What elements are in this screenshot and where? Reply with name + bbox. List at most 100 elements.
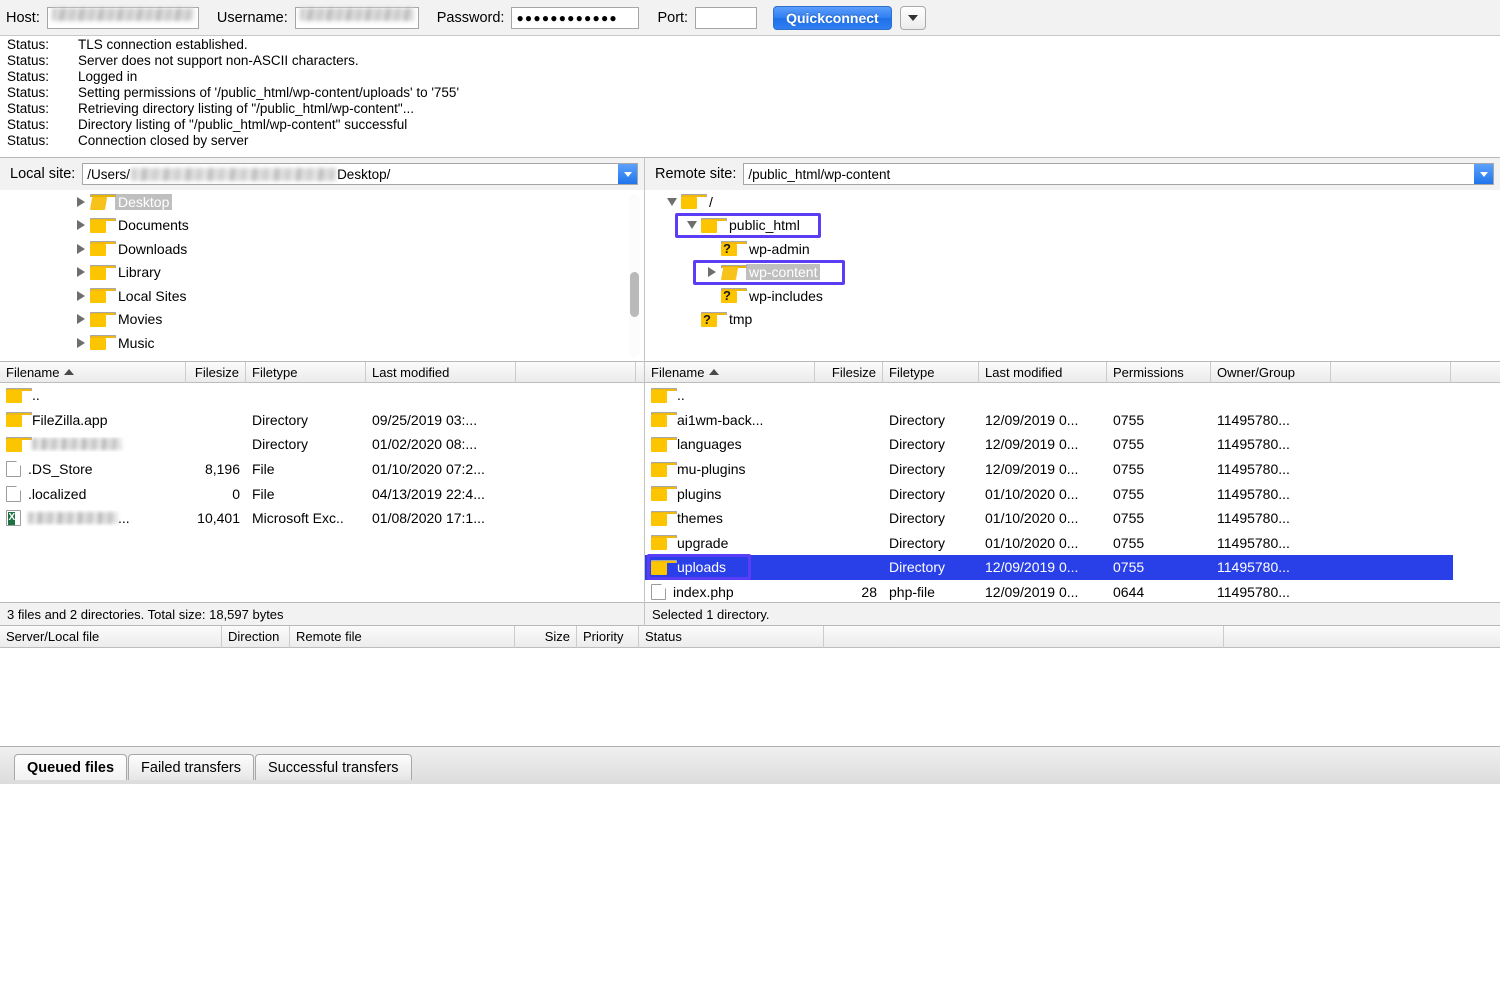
remote-file-row[interactable]: pluginsDirectory01/10/2020 0...075511495… bbox=[645, 481, 1500, 506]
local-column-filesize[interactable]: Filesize bbox=[186, 362, 246, 383]
remote-file-row[interactable]: uploadsDirectory12/09/2019 0...075511495… bbox=[645, 555, 1453, 580]
remote-column-filename[interactable]: Filename bbox=[645, 362, 815, 383]
local-tree-item-downloads[interactable]: Downloads bbox=[0, 237, 644, 261]
remote-tree-item-wp-content[interactable]: wp-content bbox=[645, 261, 1500, 285]
remote-file-row[interactable]: index.php28php-file12/09/2019 0...064411… bbox=[645, 580, 1500, 602]
tree-twisty-collapsed[interactable] bbox=[72, 197, 90, 207]
local-tree-item-desktop[interactable]: Desktop bbox=[0, 190, 644, 214]
tab-failed-transfers-label: Failed transfers bbox=[141, 760, 241, 776]
remote-tree-item-tmp[interactable]: ?tmp bbox=[645, 308, 1500, 332]
local-tree-scrollbar-thumb[interactable] bbox=[630, 272, 639, 317]
file-icon bbox=[651, 584, 666, 600]
local-file-modified-cell: 01/10/2020 07:2... bbox=[366, 461, 516, 477]
remote-file-owner-cell: 11495780... bbox=[1211, 535, 1331, 551]
tree-twisty-expanded[interactable] bbox=[683, 221, 701, 229]
status-log-message: Logged in bbox=[78, 69, 137, 85]
remote-column-filename-label: Filename bbox=[651, 362, 704, 383]
remote-file-row[interactable]: upgradeDirectory01/10/2020 0...075511495… bbox=[645, 531, 1500, 556]
tree-twisty-collapsed[interactable] bbox=[72, 338, 90, 348]
tree-twisty-collapsed[interactable] bbox=[72, 314, 90, 324]
local-directory-tree[interactable]: DesktopDocumentsDownloadsLibraryLocal Si… bbox=[0, 190, 644, 362]
remote-file-type-cell: Directory bbox=[883, 535, 979, 551]
remote-file-row[interactable]: mu-pluginsDirectory12/09/2019 0...075511… bbox=[645, 457, 1500, 482]
host-input[interactable] bbox=[47, 7, 199, 29]
queue-column-serverlocalfile[interactable]: Server/Local file bbox=[0, 626, 222, 648]
remote-tree-item-public-html[interactable]: public_html bbox=[645, 214, 1500, 238]
local-site-path-combo[interactable]: /Users/Desktop/ bbox=[82, 163, 638, 185]
local-file-row[interactable]: .DS_Store8,196File01/10/2020 07:2... bbox=[0, 457, 644, 482]
quickconnect-dropdown-button[interactable] bbox=[900, 6, 926, 30]
remote-file-row[interactable]: ai1wm-back...Directory12/09/2019 0...075… bbox=[645, 408, 1500, 433]
remote-site-path-combo[interactable]: /public_html/wp-content bbox=[743, 163, 1494, 185]
status-log-key: Status: bbox=[0, 85, 78, 101]
triangle-down-icon bbox=[667, 198, 677, 206]
local-file-row[interactable]: .. bbox=[0, 383, 644, 408]
local-tree-item-music[interactable]: Music bbox=[0, 331, 644, 355]
quickconnect-button[interactable]: Quickconnect bbox=[773, 6, 892, 30]
remote-column-ownergroup[interactable]: Owner/Group bbox=[1211, 362, 1331, 383]
tree-twisty-expanded[interactable] bbox=[663, 198, 681, 206]
remote-file-name: languages bbox=[677, 436, 742, 452]
remote-file-row[interactable]: themesDirectory01/10/2020 0...0755114957… bbox=[645, 506, 1500, 531]
queue-column-remotefile[interactable]: Remote file bbox=[290, 626, 515, 648]
tree-twisty-collapsed[interactable] bbox=[72, 220, 90, 230]
status-log-message: TLS connection established. bbox=[78, 37, 248, 53]
queue-column-size[interactable]: Size bbox=[515, 626, 577, 648]
remote-tree-item--[interactable]: / bbox=[645, 190, 1500, 214]
tab-queued-files[interactable]: Queued files bbox=[14, 754, 127, 780]
remote-file-list[interactable]: Filename Filesize Filetype Last modified… bbox=[645, 362, 1500, 602]
tree-twisty-collapsed[interactable] bbox=[703, 267, 721, 277]
remote-tree-item-wp-admin[interactable]: ?wp-admin bbox=[645, 237, 1500, 261]
local-tree-item-documents[interactable]: Documents bbox=[0, 214, 644, 238]
local-file-name-cell: .localized bbox=[0, 486, 186, 502]
tree-twisty-collapsed[interactable] bbox=[72, 291, 90, 301]
remote-directory-tree[interactable]: /public_html?wp-adminwp-content?wp-inclu… bbox=[645, 190, 1500, 362]
remote-column-lastmodified[interactable]: Last modified bbox=[979, 362, 1107, 383]
local-file-row[interactable]: .localized0File04/13/2019 22:4... bbox=[0, 481, 644, 506]
triangle-right-icon bbox=[77, 338, 85, 348]
local-file-name-cell: ... bbox=[0, 510, 186, 526]
remote-site-dropdown-button[interactable] bbox=[1474, 164, 1493, 184]
queue-column-status[interactable]: Status bbox=[639, 626, 824, 648]
local-column-lastmodified[interactable]: Last modified bbox=[366, 362, 516, 383]
remote-file-name-cell: mu-plugins bbox=[645, 461, 815, 477]
folder-unknown-icon: ? bbox=[701, 312, 720, 327]
queue-column-priority[interactable]: Priority bbox=[577, 626, 639, 648]
tab-failed-transfers[interactable]: Failed transfers bbox=[128, 754, 254, 780]
username-input[interactable] bbox=[295, 7, 419, 29]
status-log[interactable]: Status:TLS connection established.Status… bbox=[0, 36, 1500, 158]
remote-column-filesize[interactable]: Filesize bbox=[815, 362, 883, 383]
remote-column-permissions[interactable]: Permissions bbox=[1107, 362, 1211, 383]
remote-file-modified-cell: 01/10/2020 0... bbox=[979, 535, 1107, 551]
remote-column-filetype[interactable]: Filetype bbox=[883, 362, 979, 383]
triangle-right-icon bbox=[77, 197, 85, 207]
status-log-entry: Status:TLS connection established. bbox=[0, 37, 1500, 53]
local-file-list[interactable]: Filename Filesize Filetype Last modified… bbox=[0, 362, 644, 602]
local-column-filetype[interactable]: Filetype bbox=[246, 362, 366, 383]
tab-successful-transfers[interactable]: Successful transfers bbox=[255, 754, 412, 780]
folder-icon bbox=[651, 560, 670, 575]
local-site-dropdown-button[interactable] bbox=[618, 164, 637, 184]
remote-file-row[interactable]: languagesDirectory12/09/2019 0...0755114… bbox=[645, 432, 1500, 457]
local-file-row[interactable]: Directory01/02/2020 08:... bbox=[0, 432, 644, 457]
password-input[interactable]: ●●●●●●●●●●●● bbox=[511, 7, 639, 29]
status-log-entry: Status:Connection closed by server bbox=[0, 133, 1500, 149]
local-site-bar: Local site: /Users/Desktop/ bbox=[0, 158, 645, 190]
remote-file-row[interactable]: .. bbox=[645, 383, 1500, 408]
local-file-row[interactable]: FileZilla.appDirectory09/25/2019 03:... bbox=[0, 408, 644, 433]
local-file-row[interactable]: ...10,401Microsoft Exc..01/08/2020 17:1.… bbox=[0, 506, 644, 531]
local-tree-item-local-sites[interactable]: Local Sites bbox=[0, 284, 644, 308]
local-tree-item-library[interactable]: Library bbox=[0, 261, 644, 285]
status-log-key: Status: bbox=[0, 117, 78, 133]
queue-column-direction[interactable]: Direction bbox=[222, 626, 290, 648]
port-input[interactable] bbox=[695, 7, 757, 29]
local-tree-scrollbar[interactable] bbox=[629, 194, 640, 357]
local-file-list-header: Filename Filesize Filetype Last modified bbox=[0, 362, 644, 383]
local-column-filename[interactable]: Filename bbox=[0, 362, 186, 383]
remote-tree-item-wp-includes[interactable]: ?wp-includes bbox=[645, 284, 1500, 308]
local-file-type-cell: File bbox=[246, 461, 366, 477]
local-tree-item-movies[interactable]: Movies bbox=[0, 308, 644, 332]
tree-twisty-collapsed[interactable] bbox=[72, 244, 90, 254]
remote-file-owner-cell: 11495780... bbox=[1211, 461, 1331, 477]
tree-twisty-collapsed[interactable] bbox=[72, 267, 90, 277]
